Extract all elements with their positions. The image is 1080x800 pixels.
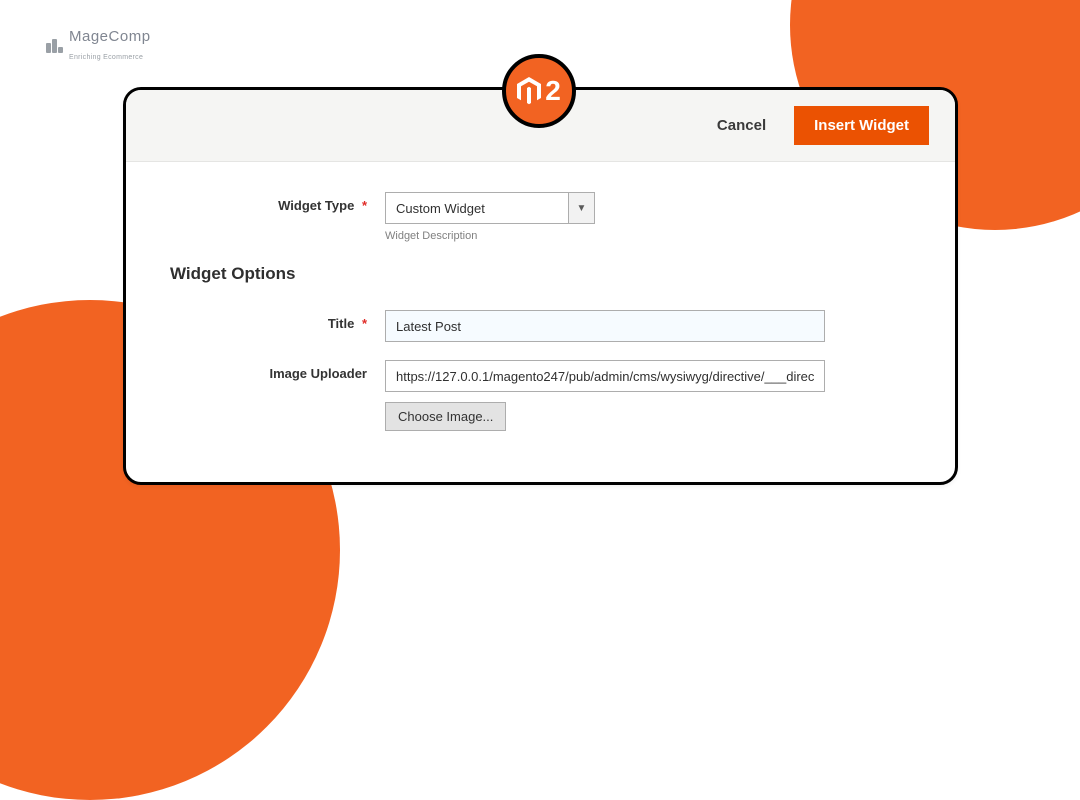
- widget-type-value: Custom Widget: [386, 193, 568, 223]
- brand-logo-icon: [46, 39, 63, 53]
- widget-type-select[interactable]: Custom Widget ▼: [385, 192, 595, 224]
- insert-widget-modal: Cancel Insert Widget Widget Type * Custo…: [123, 87, 958, 485]
- magento-icon: [517, 77, 541, 105]
- title-input[interactable]: [385, 310, 825, 342]
- choose-image-button[interactable]: Choose Image...: [385, 402, 506, 431]
- widget-type-label: Widget Type *: [170, 192, 385, 213]
- brand-logo: MageComp Enriching Ecommerce: [46, 28, 151, 64]
- cancel-button[interactable]: Cancel: [717, 117, 766, 134]
- widget-type-row: Widget Type * Custom Widget ▼ Widget Des…: [170, 192, 911, 242]
- badge-number: 2: [545, 75, 561, 107]
- modal-body: Widget Type * Custom Widget ▼ Widget Des…: [126, 162, 955, 469]
- widget-options-heading: Widget Options: [170, 264, 911, 284]
- brand-name: MageComp: [69, 28, 151, 45]
- magento2-badge: 2: [502, 54, 576, 128]
- title-label: Title *: [170, 310, 385, 331]
- image-url-input[interactable]: [385, 360, 825, 392]
- brand-tagline: Enriching Ecommerce: [69, 54, 143, 61]
- insert-widget-button[interactable]: Insert Widget: [794, 106, 929, 145]
- image-uploader-row: Image Uploader Choose Image...: [170, 360, 911, 431]
- required-marker: *: [362, 198, 367, 213]
- chevron-down-icon: ▼: [568, 193, 594, 223]
- title-row: Title *: [170, 310, 911, 342]
- image-uploader-label: Image Uploader: [170, 360, 385, 381]
- required-marker: *: [362, 316, 367, 331]
- widget-type-help: Widget Description: [385, 230, 911, 242]
